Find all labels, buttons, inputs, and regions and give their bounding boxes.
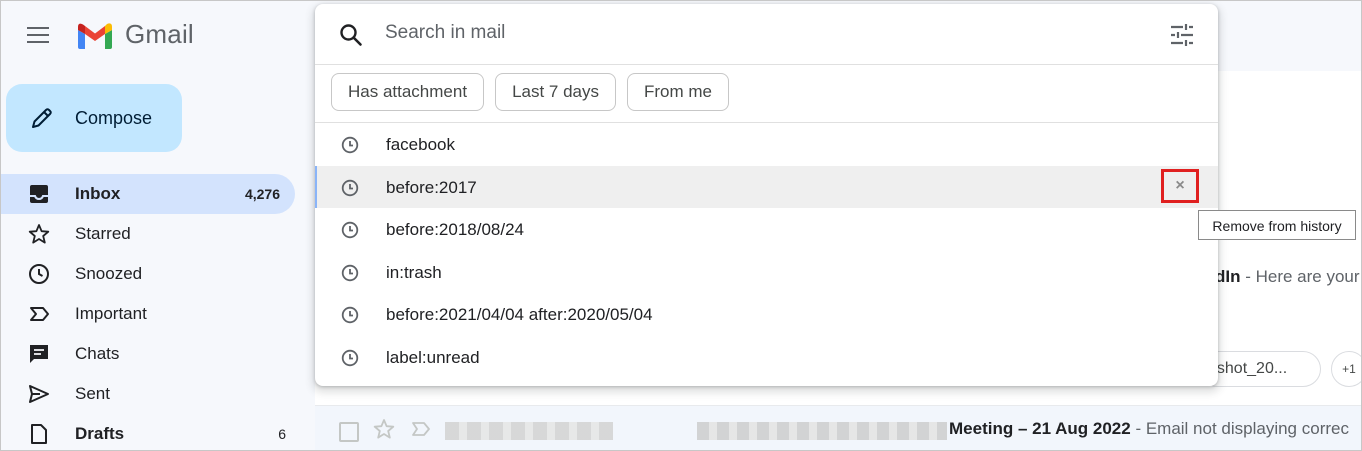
sidebar-item-sent[interactable]: Sent [1, 374, 301, 414]
search-icon[interactable] [339, 23, 363, 47]
gmail-m-icon [78, 22, 112, 49]
chip-from-me[interactable]: From me [627, 73, 730, 111]
remove-from-history-button[interactable]: × [1161, 168, 1199, 203]
pencil-icon [32, 108, 52, 128]
gmail-logo[interactable]: Gmail [75, 19, 194, 50]
sidebar-item-label: Inbox [75, 184, 121, 203]
history-item-label: before:2017 [386, 177, 477, 197]
sidebar-item-label: Sent [75, 384, 110, 403]
unread-count: 4,276 [244, 186, 280, 202]
history-clock-icon [341, 307, 359, 324]
mail-preview-partial: - Here are your [1240, 267, 1360, 286]
compose-label: Compose [75, 108, 153, 128]
sidebar-item-snoozed[interactable]: Snoozed [1, 254, 301, 294]
history-clock-icon [341, 349, 359, 367]
gmail-window: Gmail Compose Inbox 4,276 Starred Snooze… [0, 0, 1362, 451]
mail-snippet: - Email not displaying correc [1130, 419, 1349, 438]
important-icon[interactable] [411, 420, 431, 438]
history-item[interactable]: facebook [315, 123, 1218, 166]
sidebar-item-label: Starred [75, 224, 131, 243]
search-dropdown: Has attachment Last 7 days From me faceb… [315, 4, 1218, 386]
sidebar-item-important[interactable]: Important [1, 294, 301, 334]
sidebar-item-chats[interactable]: Chats [1, 334, 301, 374]
history-clock-icon [341, 221, 359, 239]
sidebar-item-label: Snoozed [75, 264, 143, 283]
chat-icon [30, 345, 48, 363]
search-options-icon[interactable] [1169, 23, 1195, 47]
history-item[interactable]: before:2018/08/24 [315, 208, 1218, 251]
chip-has-attachment[interactable]: Has attachment [331, 73, 485, 111]
mail-subject-line: Meeting – 21 Aug 2022 - Email not displa… [949, 419, 1349, 439]
history-item[interactable]: in:trash [315, 251, 1218, 294]
history-item-label: facebook [386, 135, 455, 154]
main-menu-button[interactable] [23, 21, 55, 49]
chip-last-7-days[interactable]: Last 7 days [495, 73, 617, 111]
close-icon: × [1175, 176, 1185, 194]
redacted-sender [445, 422, 613, 440]
important-icon [30, 307, 49, 321]
draft-icon [31, 424, 47, 444]
search-chips: Has attachment Last 7 days From me [331, 73, 730, 111]
hamburger-line [27, 34, 49, 36]
history-item[interactable]: before:2017 × [315, 165, 1218, 209]
star-icon[interactable] [373, 418, 395, 440]
history-clock-icon [341, 179, 359, 196]
mail-row-preview[interactable]: dIn - Here are your [1215, 267, 1360, 287]
draft-count: 6 [278, 426, 286, 442]
compose-button[interactable]: Compose [6, 84, 182, 152]
mail-sender-partial: dIn [1215, 267, 1241, 286]
sidebar-nav: Inbox 4,276 Starred Snoozed Important Ch… [1, 174, 301, 450]
history-clock-icon [341, 136, 359, 154]
send-icon [29, 385, 49, 403]
clock-icon [29, 264, 49, 284]
sidebar-item-inbox[interactable]: Inbox 4,276 [1, 174, 295, 214]
history-item[interactable]: before:2021/04/04 after:2020/05/04 [315, 293, 1218, 336]
history-item-label: in:trash [386, 262, 442, 282]
search-bar [315, 4, 1218, 65]
history-item-label: before:2018/08/24 [386, 220, 525, 240]
hamburger-line [27, 27, 49, 29]
remove-from-history-tooltip: Remove from history [1198, 210, 1356, 240]
sidebar-item-label: Drafts [75, 424, 125, 443]
inbox-icon [30, 185, 48, 203]
sidebar-item-drafts[interactable]: Drafts 6 [1, 414, 301, 450]
history-item-label: before:2021/04/04 after:2020/05/04 [386, 305, 653, 325]
sidebar-item-label: Chats [75, 344, 120, 363]
star-icon [28, 224, 50, 244]
app-name: Gmail [125, 19, 194, 49]
history-clock-icon [341, 264, 359, 281]
search-input[interactable] [385, 22, 1085, 44]
search-history-list: facebook before:2017 × before:2018/08/24… [315, 123, 1218, 379]
hamburger-line [27, 41, 49, 43]
redacted-text [697, 422, 947, 440]
history-item[interactable]: label:unread [315, 336, 1218, 379]
more-attachments-chip[interactable]: +1 [1331, 351, 1361, 387]
mail-subject: Meeting – 21 Aug 2022 [949, 419, 1131, 438]
table-row[interactable]: Meeting – 21 Aug 2022 - Email not displa… [315, 405, 1361, 450]
history-item-label: label:unread [386, 347, 480, 367]
sidebar-item-starred[interactable]: Starred [1, 214, 301, 254]
row-checkbox[interactable] [339, 422, 359, 442]
sidebar-item-label: Important [75, 304, 147, 323]
